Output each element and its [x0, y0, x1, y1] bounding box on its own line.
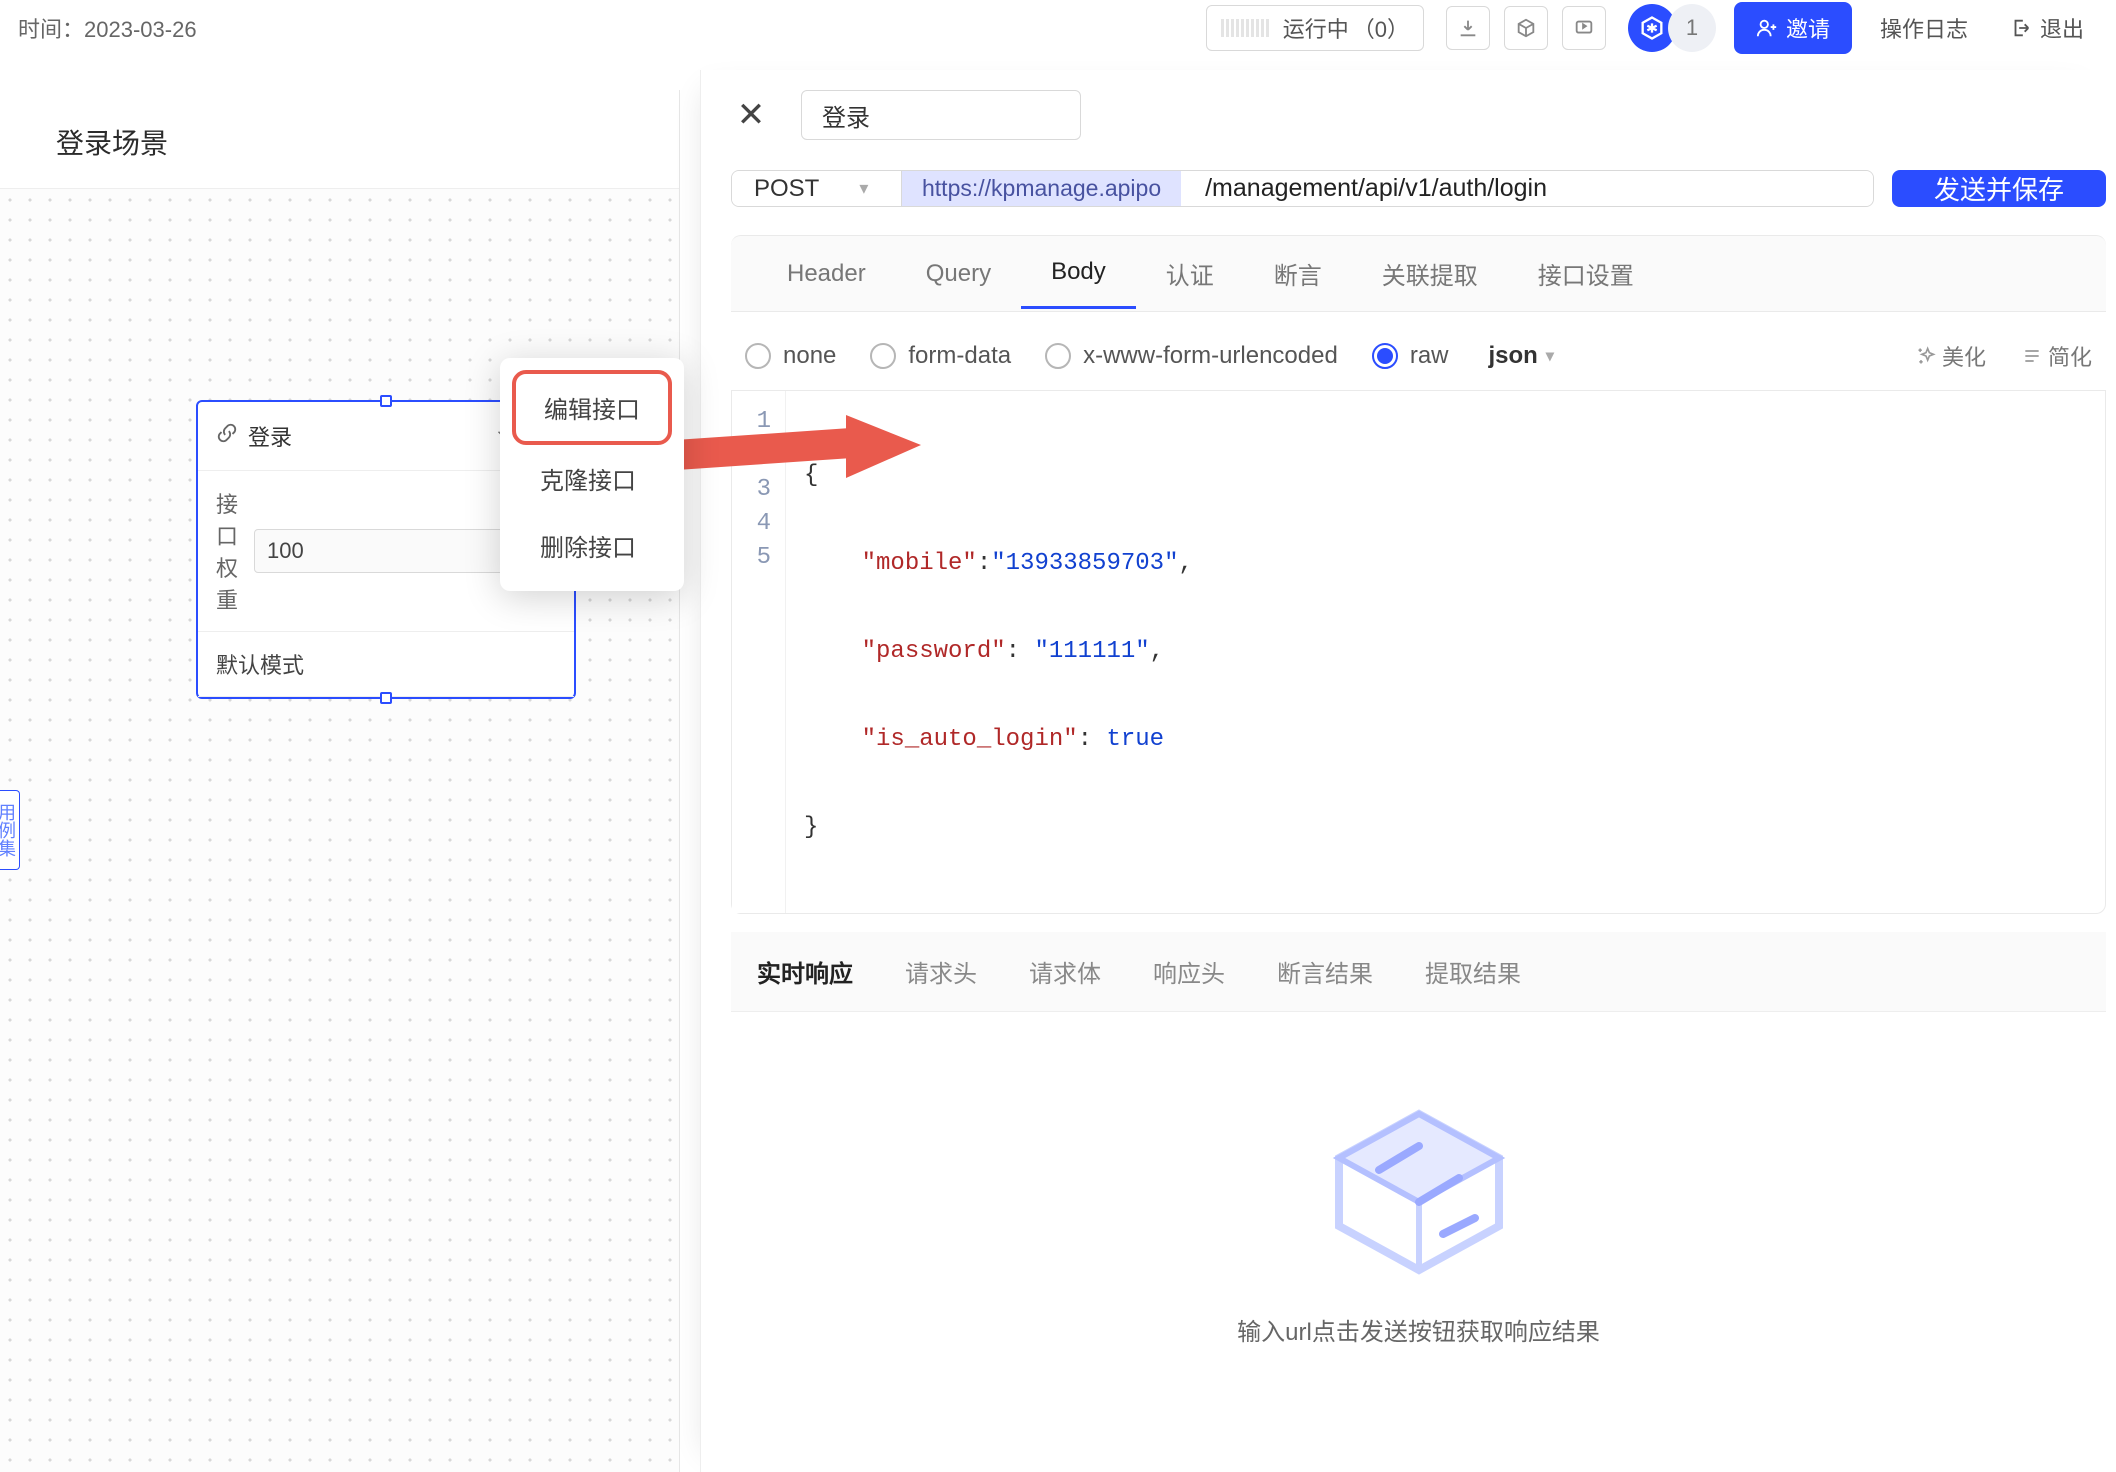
user-count-badge: 1	[1668, 4, 1716, 52]
code-gutter: 12345	[732, 391, 786, 913]
path-input[interactable]	[1181, 171, 1873, 206]
res-tab-assert[interactable]: 断言结果	[1277, 932, 1373, 1011]
sparkle-icon	[1916, 346, 1936, 366]
empty-state-icon	[1319, 1102, 1519, 1282]
request-line: POST ▾ https://kpmanage.apipo 发送并保存	[731, 170, 2106, 207]
body-type-raw[interactable]: raw	[1372, 342, 1449, 370]
tab-settings[interactable]: 接口设置	[1508, 236, 1664, 311]
body-type-row: none form-data x-www-form-urlencoded raw…	[731, 312, 2106, 391]
body-tools: 美化 简化	[1916, 340, 2092, 372]
operation-log-link[interactable]: 操作日志	[1866, 4, 1982, 52]
radio-icon	[745, 343, 771, 369]
response-tab-bar: 实时响应 请求头 请求体 响应头 断言结果 提取结果	[731, 932, 2106, 1012]
raw-format-select[interactable]: json ▾	[1489, 342, 1554, 370]
download-icon[interactable]	[1446, 6, 1490, 50]
exit-button[interactable]: 退出	[1996, 4, 2098, 52]
response-empty-state: 输入url点击发送按钮获取响应结果	[731, 1012, 2106, 1347]
res-tab-res-head[interactable]: 响应头	[1153, 932, 1225, 1011]
method-value: POST	[754, 175, 819, 203]
close-button[interactable]: ✕	[731, 95, 771, 135]
user-section: 1	[1628, 4, 1716, 52]
weight-label: 接口权重	[216, 487, 238, 615]
context-menu-clone[interactable]: 克隆接口	[512, 445, 672, 512]
logout-icon	[2010, 17, 2032, 39]
card-mode-row[interactable]: 默认模式	[198, 632, 574, 697]
canvas-title: 登录场景	[0, 90, 679, 189]
radio-icon	[1372, 343, 1398, 369]
topbar: 时间：2023-03-26 运行中 （0） 1 邀请 操作日志 退出	[0, 0, 2116, 56]
radio-icon	[870, 343, 896, 369]
res-tab-realtime[interactable]: 实时响应	[757, 932, 853, 1011]
chevron-down-icon: ▾	[859, 178, 868, 199]
user-plus-icon	[1756, 17, 1778, 39]
res-tab-req-body[interactable]: 请求体	[1029, 932, 1101, 1011]
base-url-chip[interactable]: https://kpmanage.apipo	[902, 171, 1181, 206]
mode-label: 默认模式	[216, 648, 304, 680]
exit-label: 退出	[2040, 12, 2084, 44]
simplify-button[interactable]: 简化	[2022, 340, 2092, 372]
running-label: 运行中	[1283, 12, 1349, 44]
context-menu-edit-highlight: 编辑接口	[512, 370, 672, 445]
scenario-canvas[interactable]: 登录场景 用例集 › 登录 接口权重 默认模式	[0, 90, 680, 1472]
node-handle-bottom[interactable]	[380, 692, 392, 704]
list-icon	[2022, 346, 2042, 366]
running-status-button[interactable]: 运行中 （0）	[1206, 5, 1424, 51]
res-tab-extract[interactable]: 提取结果	[1425, 932, 1521, 1011]
api-title-input[interactable]	[801, 90, 1081, 140]
link-icon	[216, 422, 238, 450]
card-title: 登录	[248, 420, 292, 452]
time-label: 时间：	[18, 17, 84, 42]
context-menu: 编辑接口 克隆接口 删除接口	[500, 358, 684, 591]
running-count: （0）	[1353, 12, 1409, 44]
method-select[interactable]: POST ▾	[732, 171, 902, 206]
radio-icon	[1045, 343, 1071, 369]
tab-query[interactable]: Query	[896, 240, 1021, 308]
body-type-urlencoded[interactable]: x-www-form-urlencoded	[1045, 342, 1338, 370]
invite-label: 邀请	[1786, 12, 1830, 44]
res-tab-req-head[interactable]: 请求头	[905, 932, 977, 1011]
tab-assert[interactable]: 断言	[1244, 236, 1352, 311]
tab-auth[interactable]: 认证	[1136, 236, 1244, 311]
body-type-none[interactable]: none	[745, 342, 836, 370]
request-tab-bar: Header Query Body 认证 断言 关联提取 接口设置	[731, 235, 2106, 312]
tab-extract[interactable]: 关联提取	[1352, 236, 1508, 311]
tab-header[interactable]: Header	[757, 240, 896, 308]
body-type-form-data[interactable]: form-data	[870, 342, 1011, 370]
box-icon[interactable]	[1504, 6, 1548, 50]
toolbar-icon-group	[1446, 6, 1606, 50]
screen-icon[interactable]	[1562, 6, 1606, 50]
beautify-button[interactable]: 美化	[1916, 340, 1986, 372]
api-editor-panel: ✕ POST ▾ https://kpmanage.apipo 发送并保存 He…	[700, 70, 2116, 1472]
invite-button[interactable]: 邀请	[1734, 2, 1852, 54]
running-bars-icon	[1221, 19, 1269, 37]
context-menu-edit[interactable]: 编辑接口	[542, 384, 642, 431]
send-and-save-button[interactable]: 发送并保存	[1892, 170, 2106, 207]
time-value: 2023-03-26	[84, 17, 197, 42]
context-menu-delete[interactable]: 删除接口	[512, 512, 672, 579]
response-area: 实时响应 请求头 请求体 响应头 断言结果 提取结果 输入url点击发送按钮获取…	[731, 932, 2106, 1347]
side-vertical-tab[interactable]: 用例集 ›	[0, 790, 20, 870]
node-handle-top[interactable]	[380, 395, 392, 407]
chevron-down-icon: ▾	[1546, 346, 1554, 366]
code-content[interactable]: { "mobile":"13933859703", "password": "1…	[786, 391, 1211, 913]
body-code-editor[interactable]: 12345 { "mobile":"13933859703", "passwor…	[731, 391, 2106, 914]
tab-body[interactable]: Body	[1021, 238, 1136, 309]
time-display: 时间：2023-03-26	[18, 12, 197, 44]
empty-state-text: 输入url点击发送按钮获取响应结果	[731, 1312, 2106, 1347]
